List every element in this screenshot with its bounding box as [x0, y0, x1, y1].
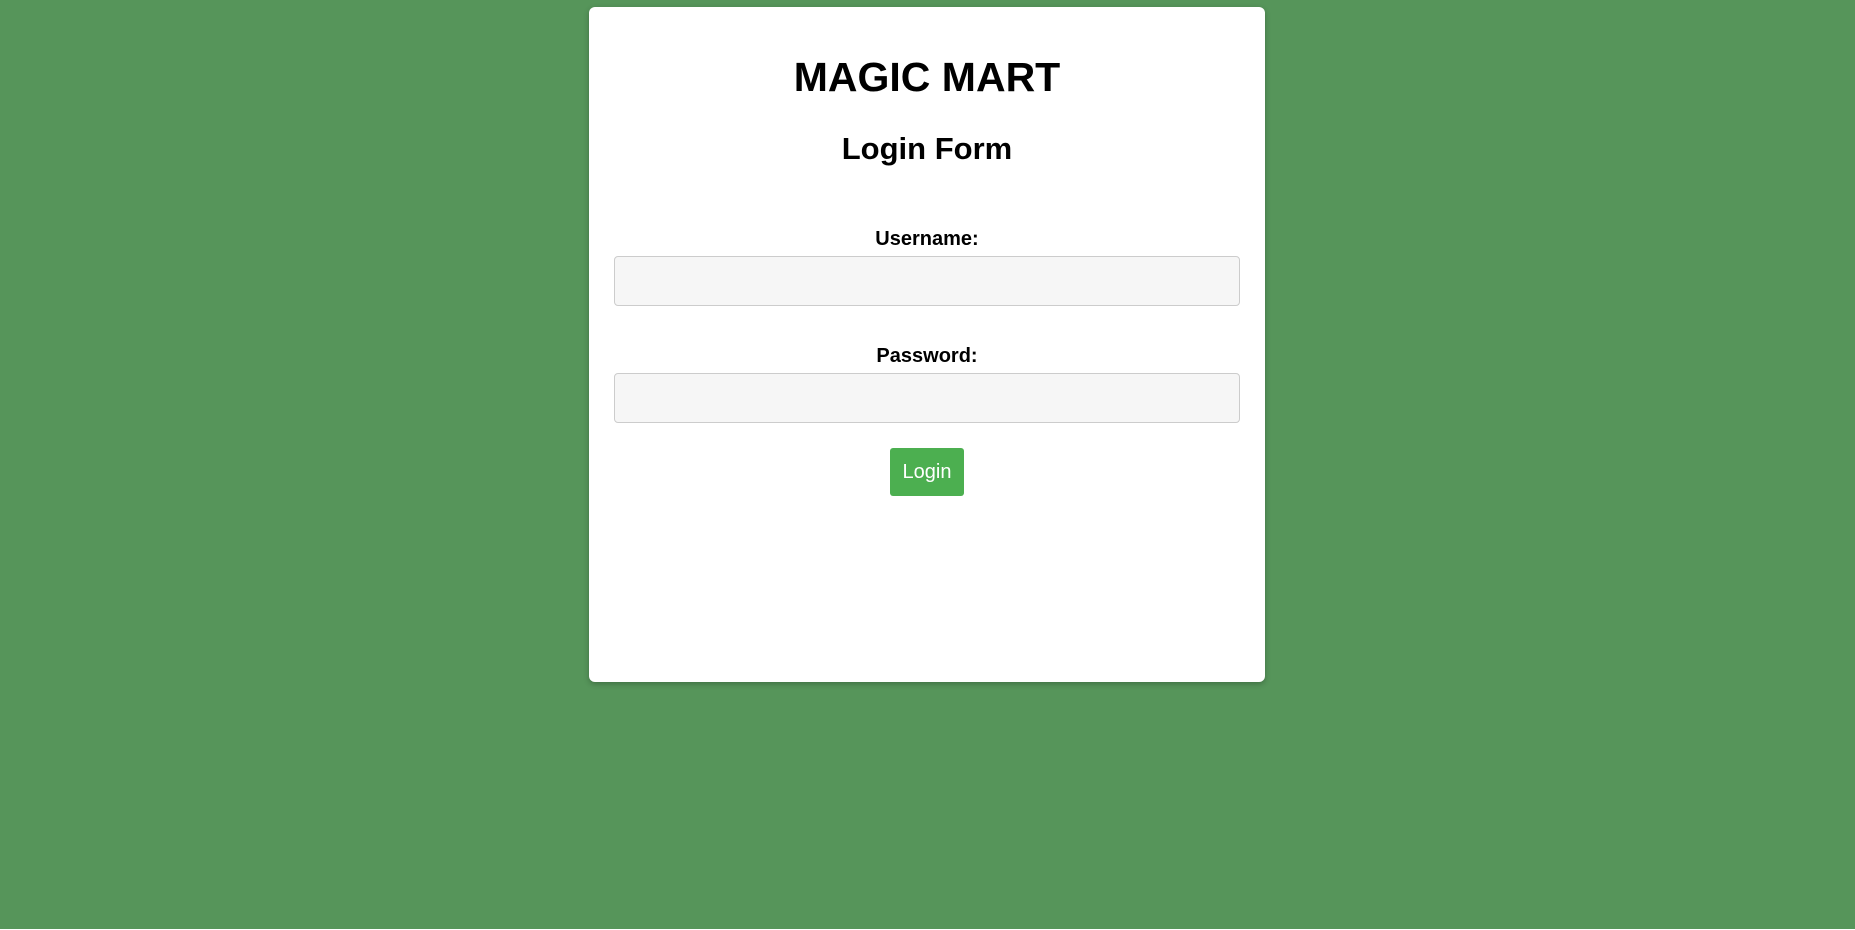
form-title: Login Form	[841, 131, 1013, 166]
login-card: MAGIC MART Login Form Username: Password…	[589, 7, 1265, 682]
brand-title: MAGIC MART	[793, 54, 1061, 100]
password-input[interactable]	[614, 373, 1240, 423]
username-input[interactable]	[614, 256, 1240, 306]
page-background: MAGIC MART Login Form Username: Password…	[0, 0, 1855, 929]
password-label: Password:	[876, 345, 978, 367]
username-label: Username:	[875, 228, 979, 250]
login-button[interactable]: Login	[890, 448, 964, 496]
